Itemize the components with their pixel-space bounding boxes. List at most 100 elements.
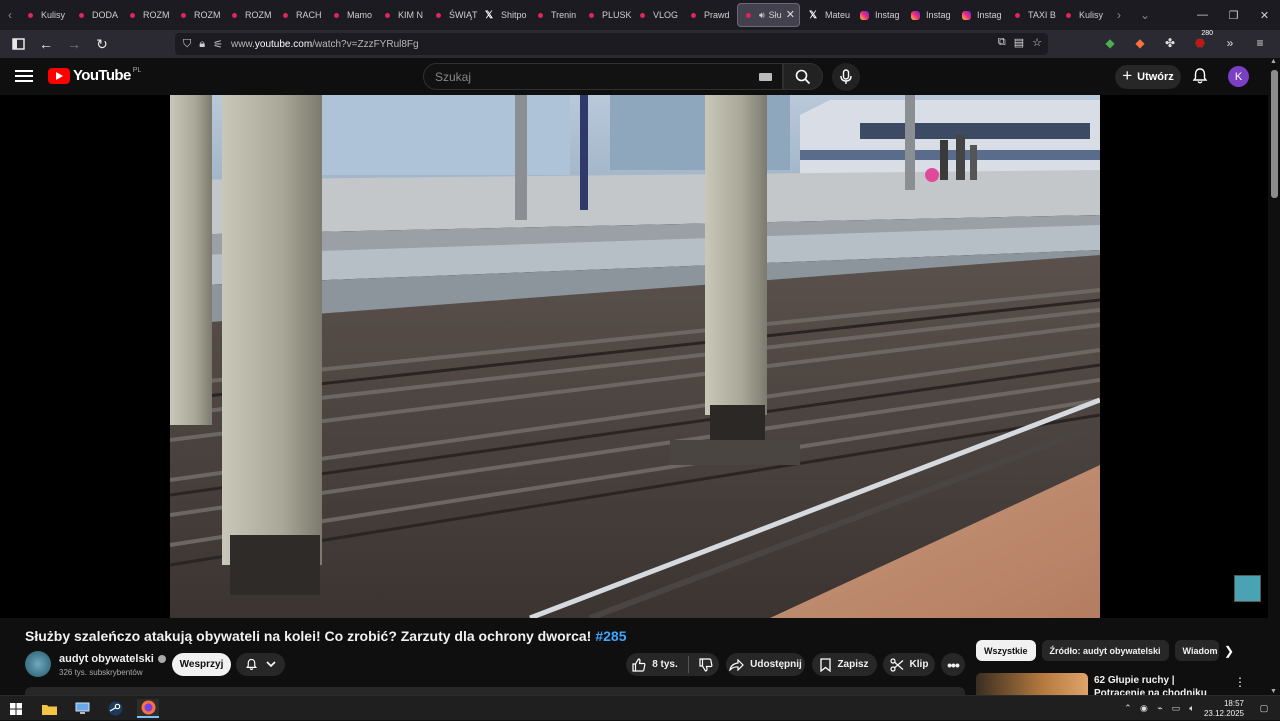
overflow-menu-icon[interactable]: » <box>1220 32 1240 54</box>
chip-source-channel[interactable]: Źródło: audyt obywatelski <box>1041 640 1169 661</box>
voice-search-button[interactable] <box>832 63 860 91</box>
computer-icon[interactable] <box>71 699 93 718</box>
tab-scroll-right-icon[interactable]: › <box>1109 8 1129 22</box>
clock[interactable]: 18:57 23.12.2025 <box>1204 699 1244 719</box>
video-player[interactable] <box>0 95 1268 618</box>
sidebar-toggle-icon[interactable] <box>6 32 30 56</box>
steam-icon[interactable] <box>104 699 126 718</box>
reload-icon[interactable]: ↻ <box>90 32 114 56</box>
channel-watermark[interactable] <box>1234 575 1261 602</box>
minimize-icon[interactable]: — <box>1187 9 1218 21</box>
close-tab-icon[interactable]: ✕ <box>786 8 795 21</box>
display-icon[interactable]: ▭ <box>1168 703 1184 714</box>
browser-tab[interactable]: DODA <box>71 3 122 27</box>
file-explorer-icon[interactable] <box>38 699 60 718</box>
windows-start-icon[interactable] <box>5 699 27 718</box>
close-window-icon[interactable]: ✕ <box>1249 9 1280 22</box>
page-scrollbar[interactable]: ▲ ▼ <box>1268 58 1280 695</box>
browser-tab[interactable]: Trenin <box>530 3 581 27</box>
shield-extension-icon[interactable]: ◆ <box>1100 32 1120 54</box>
scroll-down-icon[interactable]: ▼ <box>1270 688 1277 695</box>
subscription-notifications-button[interactable] <box>236 653 285 676</box>
app-menu-icon[interactable]: ≡ <box>1250 32 1270 54</box>
bookmark-star-icon[interactable]: ☆ <box>1032 36 1042 49</box>
keyboard-icon[interactable] <box>759 73 772 81</box>
youtube-icon <box>746 12 751 18</box>
create-button[interactable]: + Utwórz <box>1115 65 1181 89</box>
clock-date: 23.12.2025 <box>1203 708 1244 718</box>
guide-menu-icon[interactable] <box>14 66 34 86</box>
hashtag-link[interactable]: #285 <box>595 628 626 644</box>
tracking-shield-icon[interactable]: ⛉ <box>183 38 191 51</box>
browser-tab[interactable]: RACH <box>275 3 326 27</box>
share-button[interactable]: Udostępnij <box>726 653 805 676</box>
recommendation-menu-icon[interactable]: ⋮ <box>1234 675 1246 689</box>
browser-tab[interactable]: Instag <box>854 3 905 27</box>
clip-button[interactable]: Klip <box>883 653 935 676</box>
browser-tab[interactable]: TAXI B <box>1007 3 1058 27</box>
channel-avatar[interactable] <box>25 651 51 677</box>
like-count[interactable]: 8 tys. <box>652 659 678 670</box>
firefox-icon[interactable] <box>137 699 159 718</box>
list-all-tabs-icon[interactable]: ⌄ <box>1135 8 1155 22</box>
scrollbar-thumb[interactable] <box>1271 70 1278 198</box>
usb-icon[interactable]: ⌁ <box>1152 703 1168 714</box>
lock-icon[interactable]: 🔒︎ <box>199 38 205 51</box>
more-actions-button[interactable]: ••• <box>941 653 965 676</box>
browser-tab[interactable]: VLOG <box>632 3 683 27</box>
tab-audio-icon[interactable]: 🔊︎ <box>759 10 765 21</box>
browser-tab[interactable]: 𝕏 Mateu <box>803 3 854 27</box>
support-button[interactable]: Wesprzyj <box>172 653 231 676</box>
tray-overflow-icon[interactable]: ⌃ <box>1120 703 1136 714</box>
thumbs-down-icon[interactable] <box>699 657 713 672</box>
ublock-extension-icon[interactable]: ⬣ 280 <box>1190 30 1214 54</box>
restore-icon[interactable]: ❐ <box>1218 9 1249 22</box>
browser-tab[interactable]: PLUSK <box>581 3 632 27</box>
back-icon[interactable]: ← <box>34 32 58 56</box>
permissions-icon[interactable]: ⚟ <box>213 38 223 51</box>
browser-tab[interactable]: Mamo <box>326 3 377 27</box>
chip-news[interactable]: Wiadom <box>1174 640 1219 661</box>
browser-tab-active[interactable]: 🔊︎ Słu ✕ <box>737 3 800 27</box>
reader-view-icon[interactable]: ▤ <box>1014 36 1024 49</box>
browser-tab-strip: ‹ Kulisy DODA ROZM ROZM ROZM RACH Mamo KIM N ŚWI… <box>0 0 1280 30</box>
browser-tab[interactable]: Kulisy <box>1058 3 1109 27</box>
url-bar[interactable]: ⛉ 🔒︎ ⚟ www. youtube.com/watch?v=ZzzFYRul8… <box>175 33 1048 55</box>
fox-extension-icon[interactable]: ◆ <box>1130 32 1150 54</box>
chips-next-icon[interactable]: ❯ <box>1220 641 1238 661</box>
save-button[interactable]: Zapisz <box>812 653 877 676</box>
notifications-bell-icon[interactable] <box>1191 67 1209 85</box>
description-box[interactable] <box>25 687 965 695</box>
browser-tab[interactable]: 𝕏 Shitpo <box>479 3 530 27</box>
network-icon[interactable]: ◉ <box>1136 703 1152 714</box>
forward-icon[interactable]: → <box>62 32 86 56</box>
video-frame[interactable] <box>170 95 1100 618</box>
search-icon <box>795 69 811 84</box>
youtube-icon <box>538 12 543 18</box>
browser-tab[interactable]: KIM N <box>377 3 428 27</box>
browser-tab[interactable]: Kulisy <box>20 3 71 27</box>
search-input[interactable]: Szukaj <box>423 63 783 90</box>
volume-icon[interactable]: 🔈︎ <box>1184 703 1200 714</box>
picture-in-picture-icon[interactable]: ⧉ <box>998 36 1006 49</box>
recommendation-thumbnail[interactable] <box>976 673 1088 695</box>
extensions-puzzle-icon[interactable]: ✤ <box>1160 32 1180 54</box>
tab-scroll-left-icon[interactable]: ‹ <box>0 8 20 22</box>
browser-tab[interactable]: ROZM <box>173 3 224 27</box>
scroll-up-icon[interactable]: ▲ <box>1270 58 1277 65</box>
browser-tab[interactable]: Prawd <box>683 3 734 27</box>
youtube-icon <box>130 12 135 18</box>
account-avatar[interactable]: K <box>1228 66 1249 87</box>
thumbs-up-icon[interactable] <box>632 657 646 672</box>
search-button[interactable] <box>783 63 823 90</box>
browser-tab[interactable]: ROZM <box>224 3 275 27</box>
channel-name[interactable]: audyt obywatelski <box>59 653 166 665</box>
browser-tab[interactable]: Instag <box>956 3 1007 27</box>
chip-all[interactable]: Wszystkie <box>976 640 1036 661</box>
notifications-icon[interactable]: ▢ <box>1256 703 1272 714</box>
recommendation-title[interactable]: 62 Głupie ruchy | Potrącenie na chodniku <box>1094 674 1224 695</box>
browser-tab[interactable]: Instag <box>905 3 956 27</box>
youtube-logo[interactable]: YouTube PL <box>48 67 141 84</box>
browser-tab[interactable]: ŚWIĄT <box>428 3 479 27</box>
browser-tab[interactable]: ROZM <box>122 3 173 27</box>
